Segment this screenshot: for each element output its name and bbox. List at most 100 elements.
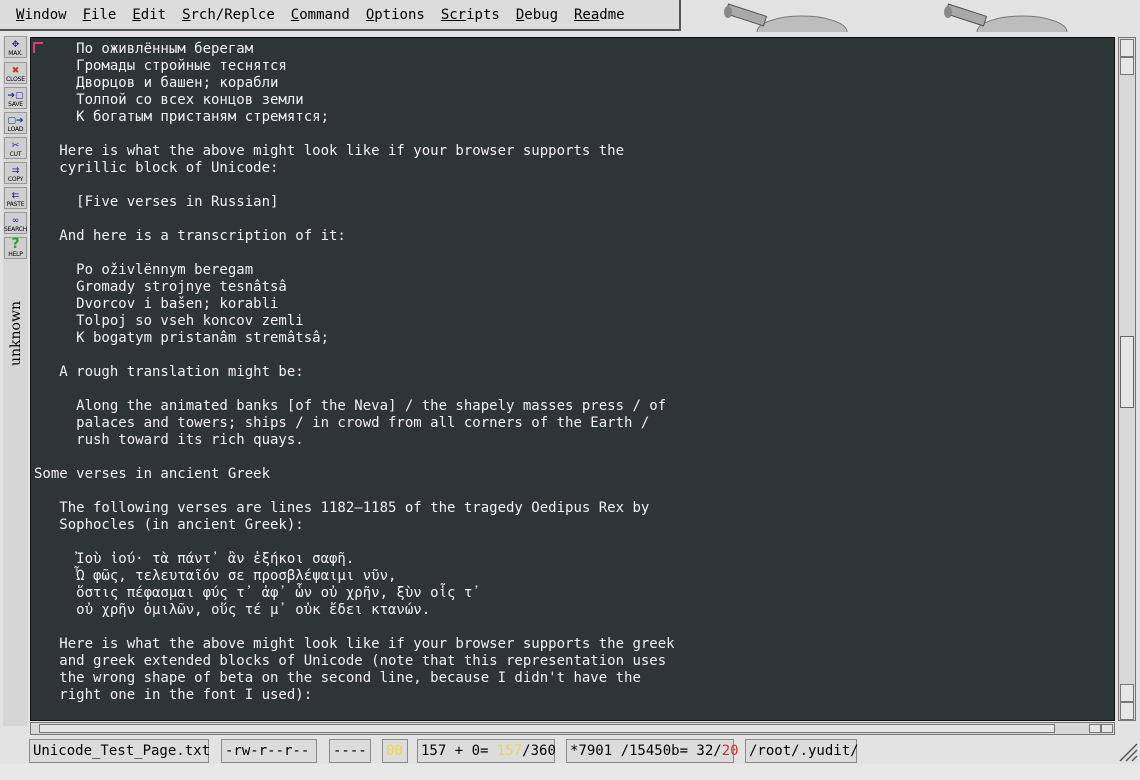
scroll-up-button[interactable]: [1120, 39, 1134, 57]
flags-field: ----: [329, 739, 371, 763]
menu-file[interactable]: File: [75, 7, 125, 23]
maximize-tool[interactable]: ✥ MAX.: [4, 36, 27, 58]
tank-decoration: [724, 3, 848, 32]
path-field: /root/.yudit/: [745, 739, 859, 763]
editor-line: Po oživlënnym beregam: [34, 262, 254, 278]
menu-label-rest: ile: [91, 6, 117, 23]
vertical-scrollbar[interactable]: [1118, 37, 1136, 721]
editor-line: Along the animated banks [of the Neva] /…: [34, 398, 667, 414]
menu-search-replace[interactable]: Srch/Replce: [174, 7, 283, 23]
editor-line: Ἰοὺ ἰού· τὰ πάντ᾽ ἂν ἐξήκοι σαφῆ.: [34, 551, 355, 567]
menu-debug[interactable]: Debug: [508, 7, 566, 23]
menubar: Window File Edit Srch/Replce Command Options S…: [0, 0, 681, 31]
tank-decoration: [944, 3, 1068, 32]
editor-line: ὅστις πέφασμαι φύς τ᾽ ἀφ᾽ ὧν οὐ χρῆν, ξὺ…: [34, 585, 481, 601]
load-icon: ▢➔: [7, 116, 24, 126]
scroll-down-step-button[interactable]: [1120, 684, 1134, 702]
editor-line: Here is what the above might look like i…: [34, 636, 675, 652]
editor-line: A rough translation might be:: [34, 364, 304, 380]
editor-line: right one in the font I used):: [34, 687, 313, 703]
scroll-up-step-button[interactable]: [1120, 57, 1134, 75]
tool-label: SEARCH: [3, 226, 28, 233]
menu-mnemonic: F: [82, 6, 92, 23]
editor-line: Ὦ φῶς, τελευταῖόν σε προσβλέψαιμι νῦν,: [34, 568, 397, 584]
editor-lines: По оживлённым берегам Громады стройные т…: [34, 41, 675, 704]
menu-options[interactable]: Options: [358, 7, 433, 23]
scroll-right-step-button[interactable]: [1089, 724, 1101, 733]
tool-label: MAX.: [8, 50, 23, 57]
scroll-right-button[interactable]: [1101, 724, 1113, 733]
cut-icon: ✂: [11, 141, 20, 151]
copy-icon: ⇉: [11, 166, 20, 176]
menu-label-rest: ipts: [466, 6, 500, 23]
line-position-field: 157 + 0= 157/360: [417, 739, 556, 763]
char-position-field: *7901 /15450b= 32/20: [566, 739, 739, 763]
copy-tool[interactable]: ⇉ COPY: [4, 162, 27, 184]
editor-line: Tolpoj so vseh koncov zemli: [34, 313, 304, 329]
editor-line: По оживлённым берегам: [34, 41, 254, 57]
help-tool[interactable]: ? HELP: [4, 237, 27, 259]
background-pattern: [0, 764, 1140, 780]
menu-mnemonic: O: [365, 6, 375, 23]
editor-line: the wrong shape of beta on the second li…: [34, 670, 641, 686]
tool-label: HELP: [8, 251, 23, 258]
menu-readme[interactable]: Readme: [566, 7, 633, 23]
close-tool[interactable]: ✖ CLOSE: [4, 62, 27, 84]
cut-tool[interactable]: ✂ CUT: [4, 137, 27, 159]
horizontal-scroll-thumb[interactable]: [39, 724, 1055, 733]
menu-mnemonic: S: [182, 6, 191, 23]
total-lines: /360: [522, 743, 556, 759]
menu-window[interactable]: Window: [8, 7, 75, 23]
tool-label: PASTE: [6, 201, 25, 208]
text-editor[interactable]: По оживлённым берегам Громады стройные т…: [30, 37, 1115, 721]
char-position-prefix: *7901 /15450b= 32/: [570, 743, 722, 759]
tool-label: SAVE: [8, 101, 23, 108]
save-tool[interactable]: ➔▢ SAVE: [4, 87, 27, 109]
side-toolbar: unknown ✥ MAX. ✖ CLOSE ➔▢ SAVE ▢➔ LOAD ✂ CUT ⇉ COPY…: [3, 36, 28, 726]
editor-line: [Five verses in Russian]: [34, 194, 279, 210]
menu-label-rest: ebug: [524, 6, 558, 23]
editor-line: Громады стройные теснятся: [34, 58, 287, 74]
menu-label-rest: indow: [24, 6, 67, 23]
filename-field: Unicode_Test_Page.txt: [29, 739, 210, 763]
close-icon: ✖: [11, 66, 20, 76]
editor-line: K bogatym pristanâm stremâtsâ;: [34, 330, 330, 346]
scroll-down-button[interactable]: [1120, 702, 1134, 720]
editor-line: cyrillic block of Unicode:: [34, 160, 279, 176]
menu-mnemonic: C: [290, 6, 300, 23]
paste-tool[interactable]: ⇇ PASTE: [4, 187, 27, 209]
menu-scripts[interactable]: Scripts: [433, 7, 508, 23]
menu-label-rest: rch/Replce: [190, 6, 275, 23]
tool-label: CUT: [9, 151, 22, 158]
editor-line: Here is what the above might look like i…: [34, 143, 625, 159]
menu-mnemonic: Scr: [440, 6, 467, 23]
horizontal-scrollbar[interactable]: [30, 722, 1115, 735]
search-tool[interactable]: ∞ SEARCH: [4, 212, 27, 234]
menu-label-rest: ptions: [374, 6, 425, 23]
editor-line: Дворцов и башен; корабли: [34, 75, 279, 91]
menu-mnemonic: Rea: [574, 6, 600, 23]
menu-command[interactable]: Command: [283, 7, 358, 23]
menu-label-rest: dit: [140, 6, 167, 23]
editor-line: And here is a transcription of it:: [34, 228, 346, 244]
paste-icon: ⇇: [11, 191, 20, 201]
current-column: 20: [721, 743, 739, 759]
menu-label-rest: dme: [599, 6, 625, 23]
editor-line: and greek extended blocks of Unicode (no…: [34, 653, 667, 669]
menu-edit[interactable]: Edit: [124, 7, 174, 23]
editor-line: Sophocles (in ancient Greek):: [34, 517, 304, 533]
load-tool[interactable]: ▢➔ LOAD: [4, 112, 27, 134]
encoding-label: unknown: [8, 301, 24, 367]
vertical-scroll-thumb[interactable]: [1120, 336, 1134, 408]
help-icon: ?: [11, 236, 20, 252]
resize-grip-icon[interactable]: [1116, 740, 1138, 762]
menu-label-rest: ommand: [299, 6, 350, 23]
